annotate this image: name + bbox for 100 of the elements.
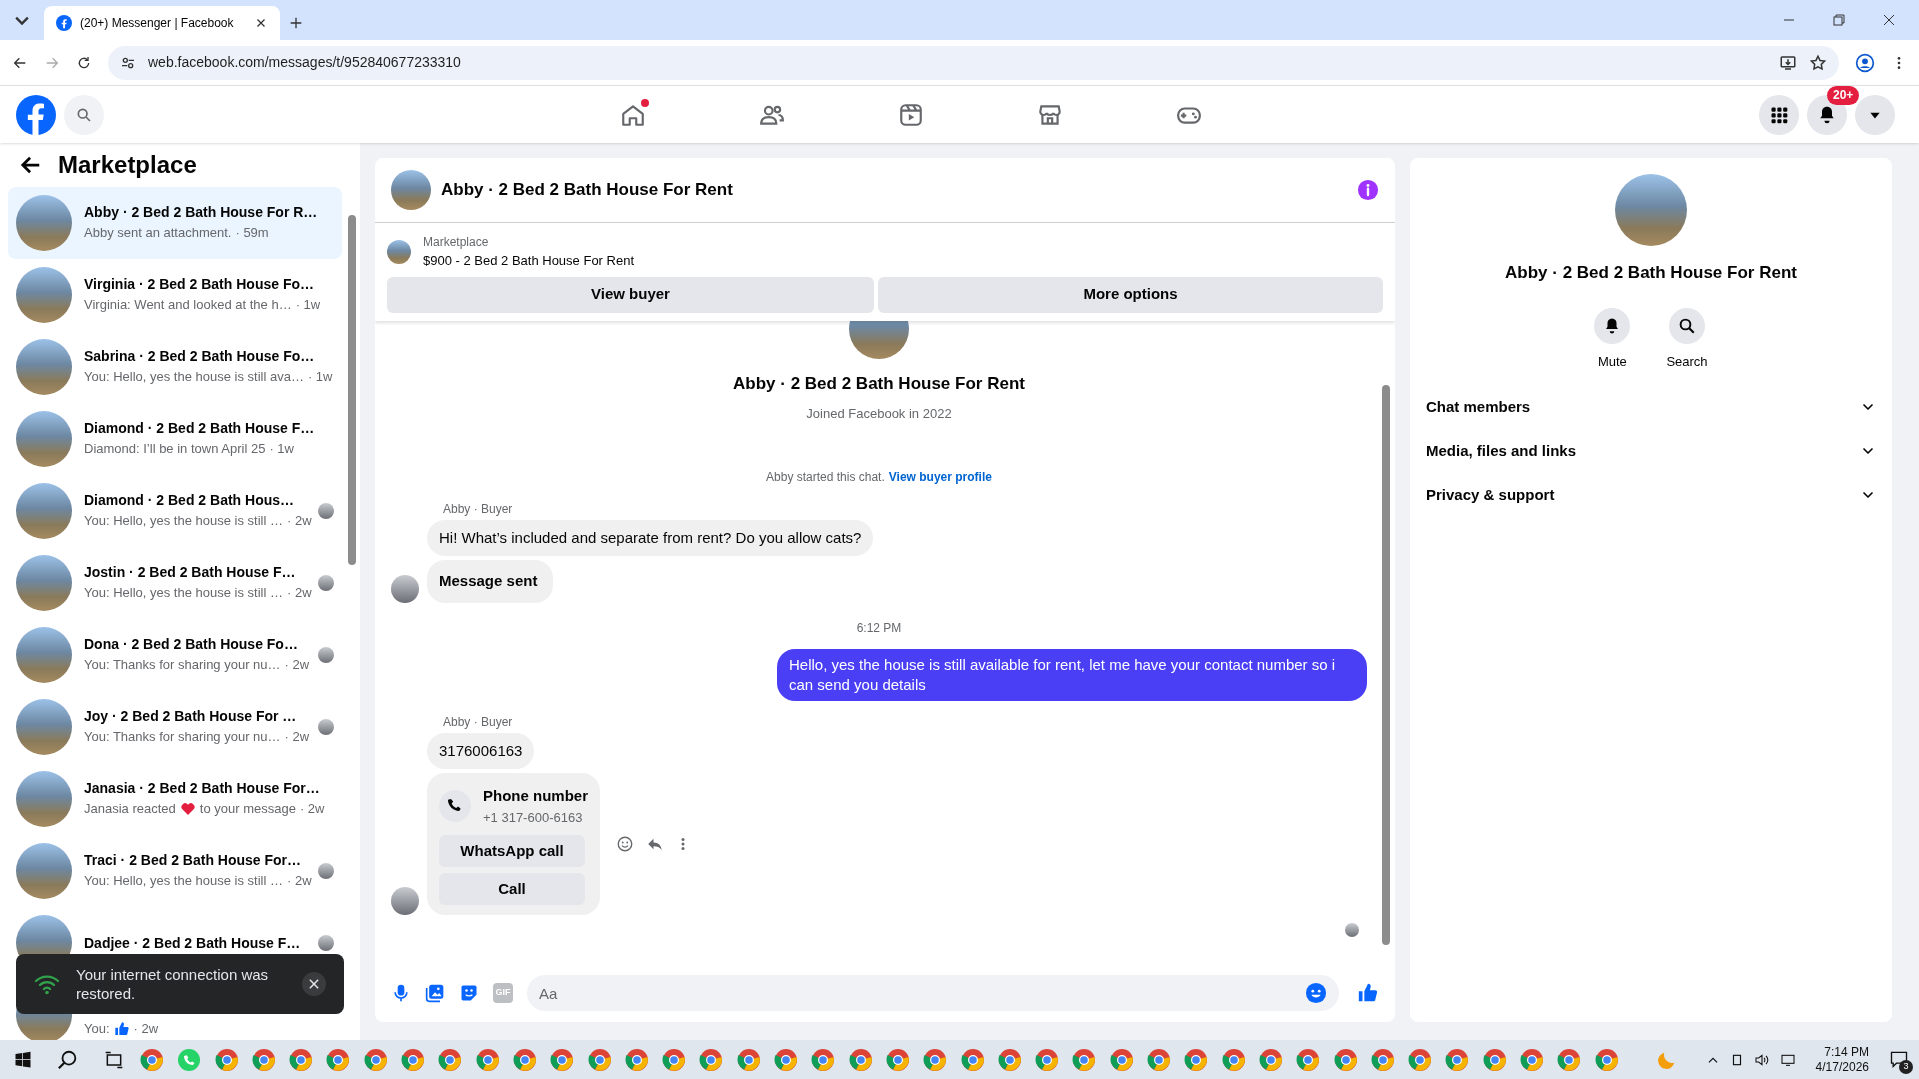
browser-icon[interactable] — [1072, 1047, 1097, 1072]
message-time: · 2w — [286, 872, 312, 891]
message-preview: Abby sent an attachment. — [84, 224, 232, 243]
clock[interactable]: 7:14 PM 4/17/2026 — [1815, 1044, 1869, 1075]
close-icon[interactable] — [1883, 14, 1895, 26]
browser-icon[interactable] — [1147, 1047, 1171, 1072]
browser-icon[interactable] — [736, 1047, 761, 1072]
message-bubble: Hi! What’s included and separate from rent? Do you allow cats? — [427, 519, 874, 556]
browser-icon[interactable] — [550, 1047, 575, 1072]
browser-icon[interactable] — [960, 1047, 985, 1072]
message-preview: You: — [84, 1020, 110, 1039]
scrollbar-thumb[interactable] — [1382, 384, 1390, 945]
browser-icon[interactable] — [1333, 1047, 1358, 1072]
browser-icon[interactable] — [885, 1047, 910, 1072]
message-time: · 1w — [307, 368, 333, 387]
section-header[interactable]: Media, files and links — [1418, 429, 1884, 473]
whatsapp-call-button[interactable]: WhatsApp call — [439, 835, 585, 867]
info-icon[interactable] — [1357, 179, 1379, 201]
browser-icon[interactable] — [326, 1047, 351, 1072]
facebook-logo-icon[interactable] — [16, 94, 56, 135]
scrollbar-thumb[interactable] — [348, 215, 356, 565]
browser-icon[interactable] — [214, 1047, 239, 1072]
account-button[interactable] — [1855, 94, 1895, 135]
chat-app-icon[interactable] — [177, 1047, 202, 1072]
page-title: Marketplace — [58, 150, 197, 180]
browser-icon[interactable] — [1445, 1047, 1470, 1072]
browser-icon[interactable] — [662, 1047, 687, 1072]
profile-name: Abby · 2 Bed 2 Bath House For Rent — [733, 372, 1025, 395]
browser-icon[interactable] — [1594, 1047, 1619, 1072]
browser-icon[interactable] — [923, 1047, 948, 1072]
restore-icon[interactable] — [1833, 14, 1845, 26]
search-button[interactable] — [64, 94, 104, 135]
browser-tab[interactable]: (20+) Messenger | Facebook — [44, 6, 280, 40]
conversation-name: Sabrina · 2 Bed 2 Bath House Fo… — [84, 347, 316, 366]
new-tab-icon[interactable] — [288, 15, 304, 31]
view-buyer-button[interactable]: View buyer — [387, 276, 874, 313]
browser-icon[interactable] — [1370, 1047, 1395, 1072]
browser-icon[interactable] — [1520, 1047, 1544, 1072]
menu-button[interactable] — [1759, 94, 1799, 135]
facebook-logo-icon — [56, 15, 72, 31]
install-icon[interactable] — [1779, 53, 1797, 72]
browser-icon[interactable] — [1258, 1047, 1283, 1072]
task-view-icon[interactable] — [104, 1049, 124, 1070]
profile-icon[interactable] — [1855, 52, 1875, 73]
back-arrow-icon[interactable] — [20, 154, 42, 176]
browser-icon[interactable] — [848, 1047, 873, 1072]
conversation-item[interactable]: Abby · 2 Bed 2 Bath House For R… Abby sent an attachment. · 59m — [8, 187, 342, 259]
photo-placeholder — [16, 699, 72, 755]
search-button[interactable]: Search — [1666, 307, 1708, 371]
call-button[interactable]: Call — [439, 873, 585, 905]
more-options-button[interactable]: More options — [878, 276, 1383, 313]
message-time: · 2w — [133, 1020, 159, 1039]
reload-icon[interactable] — [76, 54, 92, 71]
browser-icon[interactable] — [1557, 1047, 1582, 1072]
browser-icon[interactable] — [140, 1047, 164, 1072]
conversation-name: Dadjee · 2 Bed 2 Bath House F… — [84, 934, 302, 952]
section-header[interactable]: Chat members — [1418, 385, 1884, 429]
message-preview: Janasia reacted — [84, 800, 176, 819]
browser-icon[interactable] — [1035, 1047, 1060, 1072]
close-icon — [309, 979, 319, 989]
video-icon[interactable] — [898, 101, 924, 128]
browser-icon[interactable] — [401, 1047, 426, 1072]
browser-icon[interactable] — [1296, 1047, 1321, 1072]
browser-icon[interactable] — [624, 1047, 649, 1072]
browser-icon[interactable] — [512, 1047, 537, 1072]
browser-icon[interactable] — [363, 1047, 388, 1072]
microphone-icon[interactable] — [391, 983, 411, 1003]
browser-icon[interactable] — [1482, 1047, 1507, 1072]
browser-icon[interactable] — [587, 1047, 612, 1072]
browser-icon[interactable] — [774, 1047, 799, 1072]
sticker-icon[interactable] — [459, 983, 479, 1003]
address-bar[interactable]: web.facebook.com/messages/t/952840677233310 — [108, 45, 1839, 80]
emoji-icon[interactable] — [616, 835, 634, 853]
browser-icon[interactable] — [438, 1047, 463, 1072]
volume-icon[interactable] — [1753, 1051, 1770, 1068]
browser-icon[interactable] — [699, 1047, 724, 1072]
section-header[interactable]: Privacy & support — [1418, 473, 1884, 517]
listing-label: Marketplace — [423, 234, 490, 251]
browser-icon[interactable] — [997, 1047, 1022, 1072]
conversation-name: Dona · 2 Bed 2 Bath House Fo… — [84, 635, 299, 654]
windows-start-icon[interactable] — [14, 1050, 32, 1069]
clock-time: 7:14 PM — [1824, 1044, 1869, 1060]
browser-icon[interactable] — [811, 1047, 836, 1072]
search-icon[interactable] — [57, 1048, 79, 1071]
view-buyer-profile-link[interactable]: View buyer profile — [888, 467, 992, 486]
browser-icon[interactable] — [1109, 1047, 1134, 1072]
browser-icon[interactable] — [475, 1047, 500, 1072]
message-input[interactable]: Aa — [527, 975, 1339, 1011]
browser-icon[interactable] — [251, 1047, 276, 1072]
browser-icon[interactable] — [289, 1047, 314, 1072]
star-icon[interactable] — [1809, 53, 1827, 72]
image-icon[interactable] — [425, 983, 445, 1003]
browser-icon[interactable] — [1221, 1047, 1246, 1072]
browser-icon[interactable] — [1408, 1047, 1433, 1072]
system-message: Abby started this chat. — [766, 468, 885, 486]
close-button[interactable] — [302, 972, 326, 996]
message-preview: Virginia: Went and looked at the h… — [84, 296, 292, 315]
thumbs-up-icon[interactable] — [1357, 982, 1379, 1004]
browser-icon[interactable] — [1184, 1047, 1209, 1072]
photo-placeholder — [16, 195, 72, 251]
